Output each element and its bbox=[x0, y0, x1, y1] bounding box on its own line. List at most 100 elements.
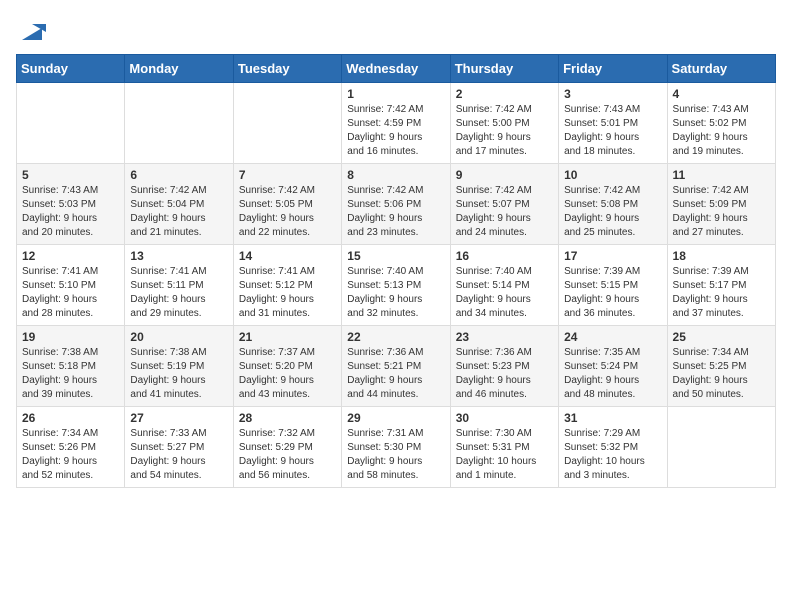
day-number: 8 bbox=[347, 168, 444, 182]
day-number: 19 bbox=[22, 330, 119, 344]
day-number: 22 bbox=[347, 330, 444, 344]
calendar-cell: 23 Sunrise: 7:36 AM Sunset: 5:23 PM Dayli… bbox=[450, 326, 558, 407]
calendar-cell: 15 Sunrise: 7:40 AM Sunset: 5:13 PM Dayli… bbox=[342, 245, 450, 326]
day-info: Sunrise: 7:41 AM Sunset: 5:12 PM Dayligh… bbox=[239, 265, 336, 321]
day-number: 4 bbox=[673, 87, 770, 101]
day-info: Sunrise: 7:42 AM Sunset: 5:08 PM Dayligh… bbox=[564, 184, 661, 240]
weekday-header-saturday: Saturday bbox=[667, 55, 775, 83]
day-info: Sunrise: 7:39 AM Sunset: 5:17 PM Dayligh… bbox=[673, 265, 770, 321]
day-info: Sunrise: 7:34 AM Sunset: 5:26 PM Dayligh… bbox=[22, 427, 119, 483]
day-number: 9 bbox=[456, 168, 553, 182]
calendar-cell: 10 Sunrise: 7:42 AM Sunset: 5:08 PM Dayli… bbox=[559, 164, 667, 245]
day-info: Sunrise: 7:36 AM Sunset: 5:23 PM Dayligh… bbox=[456, 346, 553, 402]
day-number: 30 bbox=[456, 411, 553, 425]
calendar-cell: 22 Sunrise: 7:36 AM Sunset: 5:21 PM Dayli… bbox=[342, 326, 450, 407]
calendar-cell: 1 Sunrise: 7:42 AM Sunset: 4:59 PM Daylig… bbox=[342, 83, 450, 164]
day-number: 29 bbox=[347, 411, 444, 425]
day-number: 20 bbox=[130, 330, 227, 344]
calendar-cell: 19 Sunrise: 7:38 AM Sunset: 5:18 PM Dayli… bbox=[17, 326, 125, 407]
day-info: Sunrise: 7:32 AM Sunset: 5:29 PM Dayligh… bbox=[239, 427, 336, 483]
calendar-cell: 20 Sunrise: 7:38 AM Sunset: 5:19 PM Dayli… bbox=[125, 326, 233, 407]
day-info: Sunrise: 7:31 AM Sunset: 5:30 PM Dayligh… bbox=[347, 427, 444, 483]
day-info: Sunrise: 7:41 AM Sunset: 5:10 PM Dayligh… bbox=[22, 265, 119, 321]
calendar-cell: 5 Sunrise: 7:43 AM Sunset: 5:03 PM Daylig… bbox=[17, 164, 125, 245]
calendar-cell: 13 Sunrise: 7:41 AM Sunset: 5:11 PM Dayli… bbox=[125, 245, 233, 326]
day-number: 27 bbox=[130, 411, 227, 425]
calendar-cell: 21 Sunrise: 7:37 AM Sunset: 5:20 PM Dayli… bbox=[233, 326, 341, 407]
day-number: 11 bbox=[673, 168, 770, 182]
day-info: Sunrise: 7:42 AM Sunset: 4:59 PM Dayligh… bbox=[347, 103, 444, 159]
day-info: Sunrise: 7:42 AM Sunset: 5:06 PM Dayligh… bbox=[347, 184, 444, 240]
calendar-cell bbox=[667, 407, 775, 488]
day-number: 1 bbox=[347, 87, 444, 101]
calendar-cell: 14Sunrise: 7:41 AM Sunset: 5:12 PM Dayli… bbox=[233, 245, 341, 326]
day-number: 7 bbox=[239, 168, 336, 182]
day-number: 23 bbox=[456, 330, 553, 344]
day-info: Sunrise: 7:29 AM Sunset: 5:32 PM Dayligh… bbox=[564, 427, 661, 483]
calendar-cell: 7 Sunrise: 7:42 AM Sunset: 5:05 PM Daylig… bbox=[233, 164, 341, 245]
logo bbox=[16, 16, 46, 44]
day-number: 13 bbox=[130, 249, 227, 263]
weekday-header-row: SundayMondayTuesdayWednesdayThursdayFrid… bbox=[17, 55, 776, 83]
day-info: Sunrise: 7:30 AM Sunset: 5:31 PM Dayligh… bbox=[456, 427, 553, 483]
day-number: 2 bbox=[456, 87, 553, 101]
day-number: 28 bbox=[239, 411, 336, 425]
calendar-cell: 16 Sunrise: 7:40 AM Sunset: 5:14 PM Dayli… bbox=[450, 245, 558, 326]
weekday-header-thursday: Thursday bbox=[450, 55, 558, 83]
day-info: Sunrise: 7:36 AM Sunset: 5:21 PM Dayligh… bbox=[347, 346, 444, 402]
day-number: 31 bbox=[564, 411, 661, 425]
day-info: Sunrise: 7:43 AM Sunset: 5:02 PM Dayligh… bbox=[673, 103, 770, 159]
calendar-cell: 8 Sunrise: 7:42 AM Sunset: 5:06 PM Daylig… bbox=[342, 164, 450, 245]
calendar-cell: 26 Sunrise: 7:34 AM Sunset: 5:26 PM Dayli… bbox=[17, 407, 125, 488]
week-row-4: 19 Sunrise: 7:38 AM Sunset: 5:18 PM Dayli… bbox=[17, 326, 776, 407]
calendar-cell: 24Sunrise: 7:35 AM Sunset: 5:24 PM Dayli… bbox=[559, 326, 667, 407]
day-info: Sunrise: 7:42 AM Sunset: 5:09 PM Dayligh… bbox=[673, 184, 770, 240]
day-info: Sunrise: 7:42 AM Sunset: 5:07 PM Dayligh… bbox=[456, 184, 553, 240]
day-number: 6 bbox=[130, 168, 227, 182]
day-info: Sunrise: 7:41 AM Sunset: 5:11 PM Dayligh… bbox=[130, 265, 227, 321]
day-number: 24 bbox=[564, 330, 661, 344]
day-number: 12 bbox=[22, 249, 119, 263]
day-info: Sunrise: 7:42 AM Sunset: 5:05 PM Dayligh… bbox=[239, 184, 336, 240]
logo-icon bbox=[18, 16, 46, 44]
week-row-2: 5 Sunrise: 7:43 AM Sunset: 5:03 PM Daylig… bbox=[17, 164, 776, 245]
calendar-cell bbox=[17, 83, 125, 164]
calendar-cell: 9 Sunrise: 7:42 AM Sunset: 5:07 PM Daylig… bbox=[450, 164, 558, 245]
day-info: Sunrise: 7:42 AM Sunset: 5:04 PM Dayligh… bbox=[130, 184, 227, 240]
calendar-cell: 18 Sunrise: 7:39 AM Sunset: 5:17 PM Dayli… bbox=[667, 245, 775, 326]
calendar-cell: 3Sunrise: 7:43 AM Sunset: 5:01 PM Daylig… bbox=[559, 83, 667, 164]
day-number: 26 bbox=[22, 411, 119, 425]
calendar-cell: 6 Sunrise: 7:42 AM Sunset: 5:04 PM Daylig… bbox=[125, 164, 233, 245]
day-info: Sunrise: 7:40 AM Sunset: 5:13 PM Dayligh… bbox=[347, 265, 444, 321]
day-number: 15 bbox=[347, 249, 444, 263]
calendar-cell: 29 Sunrise: 7:31 AM Sunset: 5:30 PM Dayli… bbox=[342, 407, 450, 488]
calendar-cell: 17Sunrise: 7:39 AM Sunset: 5:15 PM Dayli… bbox=[559, 245, 667, 326]
day-info: Sunrise: 7:40 AM Sunset: 5:14 PM Dayligh… bbox=[456, 265, 553, 321]
week-row-1: 1 Sunrise: 7:42 AM Sunset: 4:59 PM Daylig… bbox=[17, 83, 776, 164]
day-number: 18 bbox=[673, 249, 770, 263]
calendar-table: SundayMondayTuesdayWednesdayThursdayFrid… bbox=[16, 54, 776, 488]
weekday-header-friday: Friday bbox=[559, 55, 667, 83]
day-info: Sunrise: 7:38 AM Sunset: 5:19 PM Dayligh… bbox=[130, 346, 227, 402]
calendar-cell: 30 Sunrise: 7:30 AM Sunset: 5:31 PM Dayli… bbox=[450, 407, 558, 488]
day-number: 5 bbox=[22, 168, 119, 182]
weekday-header-monday: Monday bbox=[125, 55, 233, 83]
day-info: Sunrise: 7:37 AM Sunset: 5:20 PM Dayligh… bbox=[239, 346, 336, 402]
calendar-cell: 12 Sunrise: 7:41 AM Sunset: 5:10 PM Dayli… bbox=[17, 245, 125, 326]
day-info: Sunrise: 7:43 AM Sunset: 5:01 PM Dayligh… bbox=[564, 103, 661, 159]
day-number: 25 bbox=[673, 330, 770, 344]
week-row-3: 12 Sunrise: 7:41 AM Sunset: 5:10 PM Dayli… bbox=[17, 245, 776, 326]
day-info: Sunrise: 7:34 AM Sunset: 5:25 PM Dayligh… bbox=[673, 346, 770, 402]
calendar-cell bbox=[233, 83, 341, 164]
day-info: Sunrise: 7:38 AM Sunset: 5:18 PM Dayligh… bbox=[22, 346, 119, 402]
calendar-cell: 4 Sunrise: 7:43 AM Sunset: 5:02 PM Daylig… bbox=[667, 83, 775, 164]
day-number: 21 bbox=[239, 330, 336, 344]
weekday-header-wednesday: Wednesday bbox=[342, 55, 450, 83]
calendar-cell: 25 Sunrise: 7:34 AM Sunset: 5:25 PM Dayli… bbox=[667, 326, 775, 407]
day-number: 16 bbox=[456, 249, 553, 263]
day-info: Sunrise: 7:33 AM Sunset: 5:27 PM Dayligh… bbox=[130, 427, 227, 483]
weekday-header-sunday: Sunday bbox=[17, 55, 125, 83]
day-info: Sunrise: 7:43 AM Sunset: 5:03 PM Dayligh… bbox=[22, 184, 119, 240]
calendar-cell bbox=[125, 83, 233, 164]
day-number: 10 bbox=[564, 168, 661, 182]
